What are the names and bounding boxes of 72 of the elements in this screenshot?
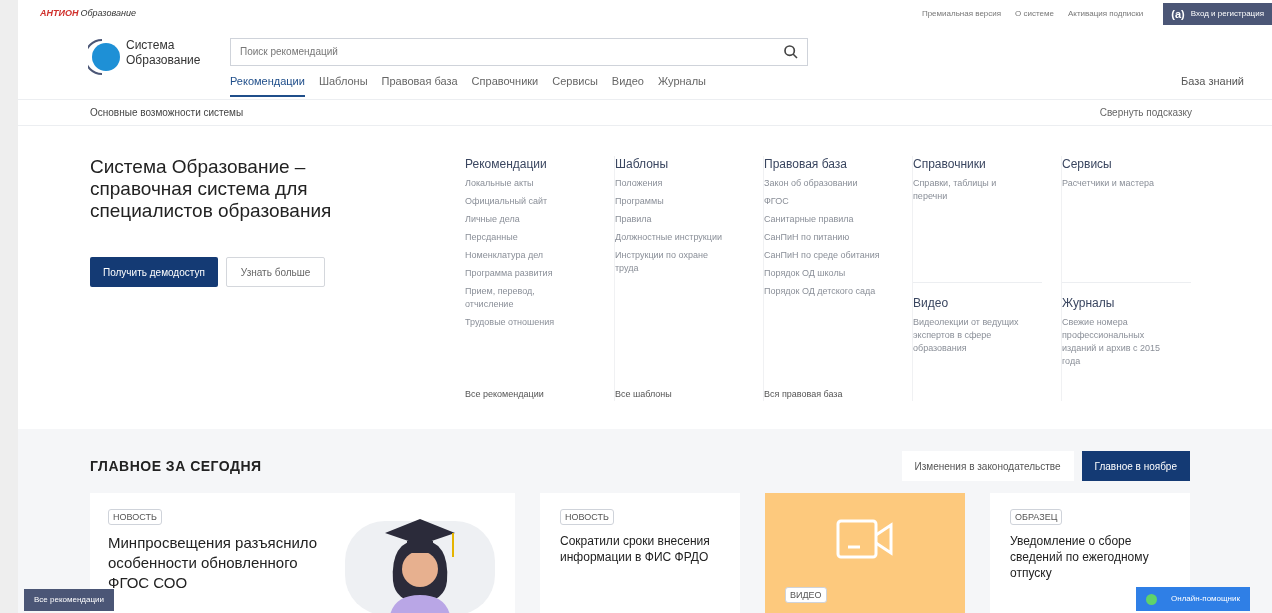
- login-button[interactable]: (а) Вход и регистрация: [1163, 2, 1272, 25]
- collapse-hint-link[interactable]: Свернуть подсказку: [1099, 104, 1192, 120]
- card-tag: ОБРАЗЕЦ: [1010, 509, 1063, 525]
- globe-logo-icon: [88, 37, 120, 76]
- column-title[interactable]: Рекомендации: [465, 156, 605, 173]
- video-camera-icon: [836, 519, 894, 559]
- column-link[interactable]: Свежие номера профессиональных изданий и архив с 2015 года: [1062, 316, 1180, 369]
- section-heading: ГЛАВНОЕ ЗА СЕГОДНЯ: [90, 456, 262, 476]
- search-field[interactable]: Поиск рекомендаций: [230, 37, 808, 66]
- column-link[interactable]: Трудовые отношения: [465, 316, 583, 330]
- search-icon: [783, 43, 799, 60]
- logo-text: Система: [126, 37, 176, 53]
- news-card[interactable]: НОВОСТЬ Сократили сроки внесения информации в ФИС ФРДО: [540, 493, 740, 613]
- column-link[interactable]: Правила: [615, 213, 733, 227]
- column-footer-link[interactable]: Все шаблоны: [615, 387, 754, 402]
- column-link[interactable]: Справки, таблицы и перечни: [913, 177, 1031, 204]
- column-link[interactable]: Персданные: [465, 231, 583, 245]
- column-title[interactable]: Сервисы: [1062, 156, 1201, 173]
- nav-tab[interactable]: Журналы: [657, 72, 706, 98]
- filter-button[interactable]: Изменения в законодательстве: [901, 451, 1074, 481]
- filter-button[interactable]: Главное в ноябре: [1081, 451, 1190, 481]
- brand-logo[interactable]: АНТИОН: [40, 7, 79, 21]
- column-link[interactable]: Личные дела: [465, 213, 583, 227]
- video-card[interactable]: ВИДЕО: [765, 493, 965, 613]
- online-assistant-button[interactable]: Онлайн-помощник: [1136, 587, 1250, 611]
- column-link[interactable]: СанПиН по среде обитания: [764, 249, 882, 263]
- hint-title: Основные возможности системы: [90, 105, 244, 120]
- column-title[interactable]: Журналы: [1062, 295, 1191, 312]
- knowledge-base-link[interactable]: База знаний: [1180, 72, 1244, 98]
- column-link[interactable]: Официальный сайт: [465, 195, 583, 209]
- nav-tab[interactable]: Сервисы: [552, 72, 598, 98]
- all-recommendations-button[interactable]: Все рекомендации: [24, 589, 114, 611]
- demo-access-button[interactable]: Получить демодоступ: [90, 257, 218, 288]
- column-link[interactable]: Номенклатура дел: [465, 249, 583, 263]
- nav-tab[interactable]: Рекомендации: [230, 72, 305, 98]
- column-footer-link[interactable]: Все рекомендации: [465, 387, 605, 402]
- card-tag: ВИДЕО: [785, 587, 827, 603]
- column-title[interactable]: Видео: [913, 295, 1042, 312]
- column-link[interactable]: ФГОС: [764, 195, 882, 209]
- column-link[interactable]: Закон об образовании: [764, 177, 882, 191]
- column-link[interactable]: Санитарные правила: [764, 213, 882, 227]
- brand-subtitle: Образование: [80, 7, 136, 21]
- column-link[interactable]: Программы: [615, 195, 733, 209]
- hero-title: Система Образование – справочная система для специалистов образования: [90, 156, 333, 223]
- column-link[interactable]: Инструкции по охране труда: [615, 249, 733, 276]
- nav-tab[interactable]: Справочники: [471, 72, 539, 98]
- column-link[interactable]: Расчетчики и мастера: [1062, 177, 1180, 191]
- learn-more-button[interactable]: Узнать больше: [225, 257, 326, 288]
- top-link[interactable]: О системе: [1015, 7, 1054, 20]
- top-link[interactable]: Активация подписки: [1067, 7, 1144, 20]
- column-link[interactable]: Порядок ОД школы: [764, 267, 882, 281]
- nav-tab[interactable]: Шаблоны: [318, 72, 368, 98]
- column-link[interactable]: Локальные акты: [465, 177, 583, 191]
- card-tag: НОВОСТЬ: [108, 509, 162, 525]
- top-link[interactable]: Премиальная версия: [921, 7, 1002, 20]
- card-title: Сократили сроки внесения информации в ФИС ФРДО: [560, 533, 711, 565]
- card-tag: НОВОСТЬ: [560, 509, 614, 525]
- column-title[interactable]: Правовая база: [764, 156, 903, 173]
- column-link[interactable]: Положения: [615, 177, 733, 191]
- column-title[interactable]: Справочники: [913, 156, 1052, 173]
- logo-text: Образование: [126, 52, 201, 68]
- column-link[interactable]: Порядок ОД детского сада: [764, 285, 882, 299]
- card-title: Уведомление о сборе сведений по ежегодному отпуску: [1010, 533, 1150, 581]
- column-link[interactable]: Видеолекции от ведущих экспертов в сфере образования: [913, 316, 1031, 356]
- nav-tab[interactable]: Видео: [611, 72, 644, 98]
- column-link[interactable]: Должностные инструкции: [615, 231, 733, 245]
- column-title[interactable]: Шаблоны: [615, 156, 754, 173]
- column-link[interactable]: Прием, перевод, отчисление: [465, 285, 583, 312]
- column-link[interactable]: Программа развития: [465, 267, 583, 281]
- column-link[interactable]: СанПиН по питанию: [764, 231, 882, 245]
- nav-tab[interactable]: Правовая база: [381, 72, 458, 98]
- column-footer-link[interactable]: Вся правовая база: [764, 387, 903, 402]
